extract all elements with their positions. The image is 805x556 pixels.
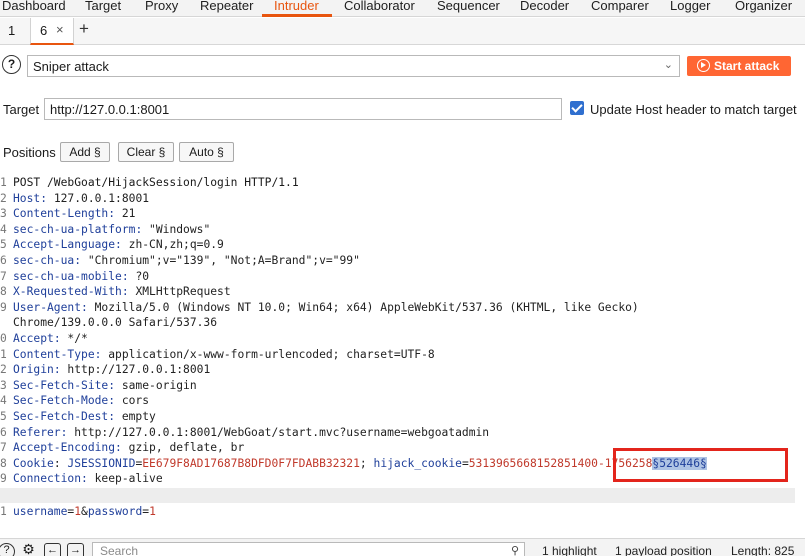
menu-decoder[interactable]: Decoder xyxy=(520,0,569,13)
menu-sequencer[interactable]: Sequencer xyxy=(437,0,500,13)
menu-repeater[interactable]: Repeater xyxy=(200,0,253,13)
payload-position-count: 1 payload position xyxy=(615,544,712,556)
start-attack-label: Start attack xyxy=(714,59,780,73)
positions-label: Positions xyxy=(3,145,56,160)
update-host-checkbox[interactable] xyxy=(570,101,584,115)
header-line: 3 Content-Length: 21 xyxy=(0,207,136,221)
start-attack-button[interactable]: Start attack xyxy=(687,56,791,76)
update-host-label: Update Host header to match target xyxy=(590,102,797,117)
request-line: 1 POST /WebGoat/HijackSession/login HTTP/… xyxy=(0,176,299,189)
active-tab-underline xyxy=(262,14,332,17)
intruder-subtabs: 1 6 × + xyxy=(0,18,805,45)
help-circle-icon[interactable]: ? xyxy=(0,543,15,556)
header-line: 7 sec-ch-ua-mobile: ?0 xyxy=(0,269,150,283)
request-editor[interactable]: 1 POST /WebGoat/HijackSession/login HTTP/… xyxy=(0,170,805,532)
header-line: 8 X-Requested-With: XMLHttpRequest xyxy=(0,285,231,299)
header-line: 9 User-Agent: Mozilla/5.0 (Windows NT 10.… xyxy=(0,300,639,314)
auto-markers-button[interactable]: Auto § xyxy=(179,142,234,162)
header-line: 9 Connection: keep-alive xyxy=(0,472,163,486)
highlight-count: 1 highlight xyxy=(542,544,597,556)
header-continuation: Chrome/139.0.0.0 Safari/537.36 xyxy=(13,316,218,330)
header-line: 6 Referer: http://127.0.0.1:8001/WebGoat/… xyxy=(0,425,490,439)
menu-proxy[interactable]: Proxy xyxy=(145,0,178,13)
close-icon[interactable]: × xyxy=(56,22,64,37)
menu-logger[interactable]: Logger xyxy=(670,0,710,13)
arrow-right-icon[interactable]: → xyxy=(67,543,84,556)
add-tab-icon[interactable]: + xyxy=(79,19,89,39)
editor-status-bar: ? ⚙ ← → Search ⚲ 1 highlight 1 payload p… xyxy=(0,538,805,556)
help-circle-icon[interactable]: ? xyxy=(2,55,21,74)
search-icon: ⚲ xyxy=(510,545,519,556)
menu-organizer[interactable]: Organizer xyxy=(735,0,792,13)
top-menu-bar: Dashboard Target Proxy Repeater Intruder… xyxy=(0,0,805,17)
cookie-line: 8 Cookie: JSESSIONID=EE679F8AD17687B8DFD0… xyxy=(0,456,707,470)
request-length: Length: 825 xyxy=(731,544,795,556)
payload-position-marker[interactable]: §526446§ xyxy=(652,456,707,470)
subtab-6-label: 6 xyxy=(40,23,48,38)
header-line: 4 Sec-Fetch-Mode: cors xyxy=(0,394,150,408)
header-line: 3 Sec-Fetch-Site: same-origin xyxy=(0,378,197,392)
request-body-line: 1 username=1&password=1 xyxy=(0,505,156,518)
header-line: 6 sec-ch-ua: "Chromium";v="139", "Not;A=B… xyxy=(0,254,360,267)
header-line: 4 sec-ch-ua-platform: "Windows" xyxy=(0,222,211,236)
attack-type-select[interactable]: Sniper attack ⌄ xyxy=(27,55,680,77)
header-line: 2 Host: 127.0.0.1:8001 xyxy=(0,191,150,205)
attack-type-value: Sniper attack xyxy=(33,59,109,74)
target-url-input[interactable]: http://127.0.0.1:8001 xyxy=(44,98,562,120)
search-input[interactable]: Search ⚲ xyxy=(92,542,525,556)
subtab-1[interactable]: 1 xyxy=(8,23,15,38)
header-line: 1 Content-Type: application/x-www-form-ur… xyxy=(0,347,435,361)
menu-target[interactable]: Target xyxy=(85,0,121,13)
arrow-left-icon[interactable]: ← xyxy=(44,543,61,556)
menu-collaborator[interactable]: Collaborator xyxy=(344,0,415,13)
header-line: 2 Origin: http://127.0.0.1:8001 xyxy=(0,363,211,377)
chevron-down-icon: ⌄ xyxy=(663,59,673,71)
empty-line-highlight xyxy=(0,488,795,503)
subtab-6[interactable]: 6 × xyxy=(30,18,74,45)
target-label: Target xyxy=(3,102,40,117)
header-line: 5 Sec-Fetch-Dest: empty xyxy=(0,410,156,423)
add-marker-button[interactable]: Add § xyxy=(60,142,110,162)
clear-markers-button[interactable]: Clear § xyxy=(118,142,174,162)
header-line: 0 Accept: */* xyxy=(0,332,88,345)
header-line: 5 Accept-Language: zh-CN,zh;q=0.9 xyxy=(0,238,224,252)
gear-icon[interactable]: ⚙ xyxy=(20,542,37,556)
menu-intruder[interactable]: Intruder xyxy=(274,0,319,13)
menu-dashboard[interactable]: Dashboard xyxy=(2,0,66,13)
play-circle-icon xyxy=(697,59,710,72)
search-placeholder: Search xyxy=(100,544,139,556)
header-line: 7 Accept-Encoding: gzip, deflate, br xyxy=(0,441,245,455)
menu-comparer[interactable]: Comparer xyxy=(591,0,649,13)
